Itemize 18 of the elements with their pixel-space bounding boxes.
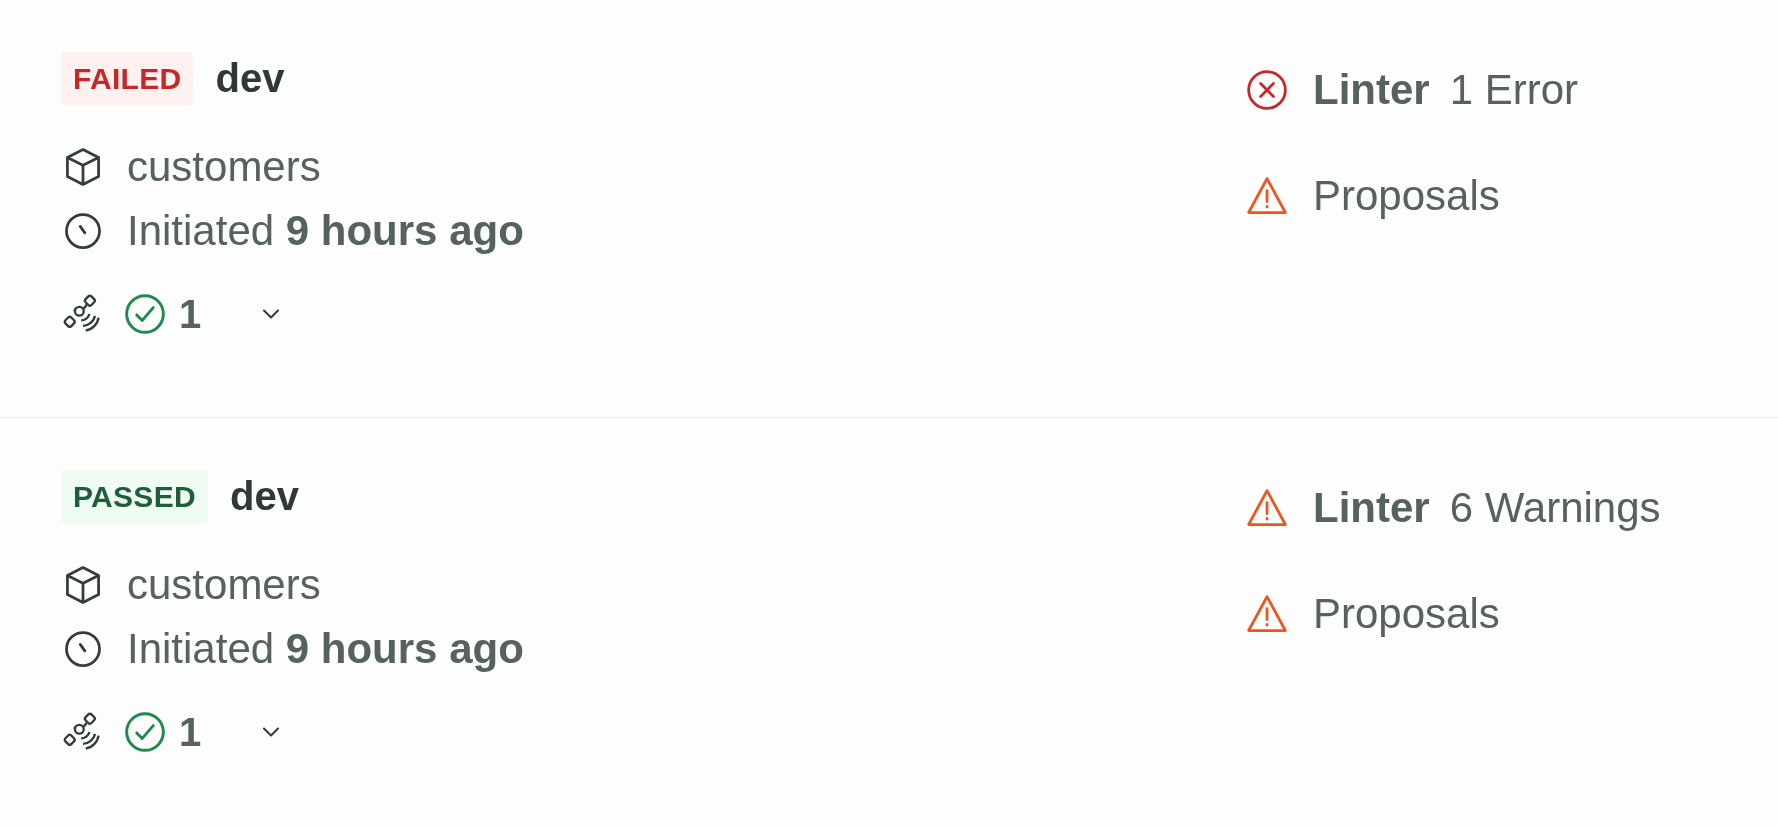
initiated-time: Initiated 9 hours ago xyxy=(127,625,524,673)
check-detail: 6 Warnings xyxy=(1449,484,1661,532)
check-circle-icon xyxy=(123,292,167,336)
project-name: customers xyxy=(127,561,321,609)
check-detail: 1 Error xyxy=(1449,66,1579,114)
passed-count: 1 xyxy=(179,709,202,755)
status-badge: FAILED xyxy=(61,52,194,105)
check-name: Linter xyxy=(1313,484,1430,532)
initiated-time: Initiated 9 hours ago xyxy=(127,207,524,255)
project-name: customers xyxy=(127,143,321,191)
check-name: Proposals xyxy=(1313,590,1500,638)
passed-count: 1 xyxy=(179,291,202,337)
check-name: Proposals xyxy=(1313,172,1500,220)
branch-name: dev xyxy=(229,474,299,519)
branch-name: dev xyxy=(215,56,285,101)
check-name: Linter xyxy=(1313,66,1430,114)
status-badge: PASSED xyxy=(61,470,208,523)
check-circle-icon xyxy=(123,710,167,754)
